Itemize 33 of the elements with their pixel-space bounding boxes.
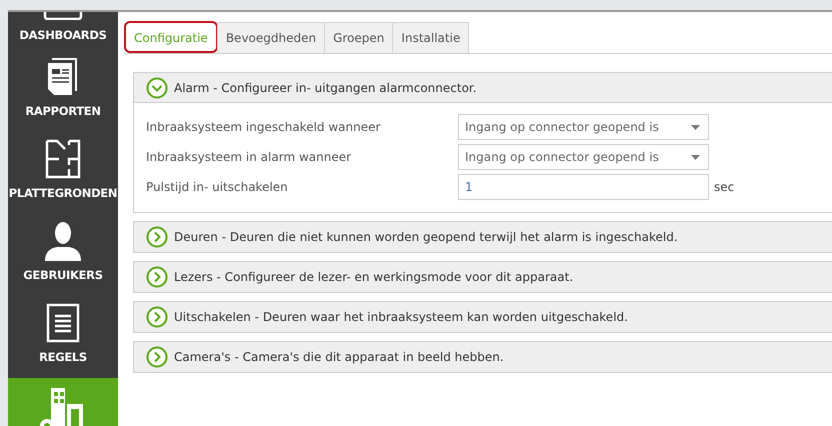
sidebar-item[interactable]: REGELS	[8, 296, 118, 378]
tab[interactable]: Groepen	[324, 22, 394, 53]
input-field[interactable]: 1	[458, 174, 709, 200]
tab[interactable]: Installatie	[392, 22, 470, 53]
sidebar-item[interactable]: RAPPORTEN	[8, 50, 118, 132]
panel-header[interactable]: Alarm - Configureer in- uitgangen alarmconnector.	[134, 73, 832, 103]
caret-icon	[691, 124, 700, 130]
unit-label: sec	[714, 179, 734, 196]
dropdown[interactable]: Ingang op connector geopend is	[458, 144, 709, 170]
caret-icon	[691, 154, 700, 160]
sidebar-item[interactable]: GEBRUIKERS	[8, 214, 118, 296]
sidebar-item[interactable]: DASHBOARDS	[8, 12, 118, 50]
user-icon	[43, 220, 83, 261]
list-icon	[46, 302, 80, 343]
panel-header[interactable]: Camera's - Camera's die dit apparaat in beeld hebben.	[134, 342, 832, 372]
dashboard-icon	[43, 12, 83, 20]
tab[interactable]: Bevoegdheden	[216, 22, 326, 53]
field-label: Inbraaksysteem ingeschakeld wanneer	[146, 119, 382, 136]
field-label: Inbraaksysteem in alarm wanneer	[146, 149, 352, 166]
panel-title: Camera's - Camera's die dit apparaat in beeld hebben.	[174, 349, 504, 366]
panel-title: Deuren - Deuren die niet kunnen worden geopend terwijl het alarm is ingeschakeld.	[174, 229, 678, 246]
panel-header[interactable]: Deuren - Deuren die niet kunnen worden geopend terwijl het alarm is ingeschakeld.	[134, 222, 832, 252]
floorplan-icon	[45, 138, 81, 179]
field-label: Pulstijd in- uitschakelen	[146, 179, 289, 196]
panel-title: Lezers - Configureer de lezer- en werkingsmode voor dit apparaat.	[174, 269, 574, 286]
panel-header[interactable]: Uitschakelen - Deuren waar het inbraaksysteem kan worden uitgeschakeld.	[134, 302, 832, 332]
dropdown[interactable]: Ingang op connector geopend is	[458, 114, 709, 140]
sidebar-item[interactable]: PLATTEGRONDEN	[8, 132, 118, 214]
panel-title: Uitschakelen - Deuren waar het inbraaksysteem kan worden uitgeschakeld.	[174, 309, 628, 326]
panel-title: Alarm - Configureer in- uitgangen alarmconnector.	[174, 80, 477, 96]
report-icon	[46, 56, 80, 97]
sidebar-item[interactable]	[8, 378, 118, 426]
panel-header[interactable]: Lezers - Configureer de lezer- en werkingsmode voor dit apparaat.	[134, 262, 832, 292]
